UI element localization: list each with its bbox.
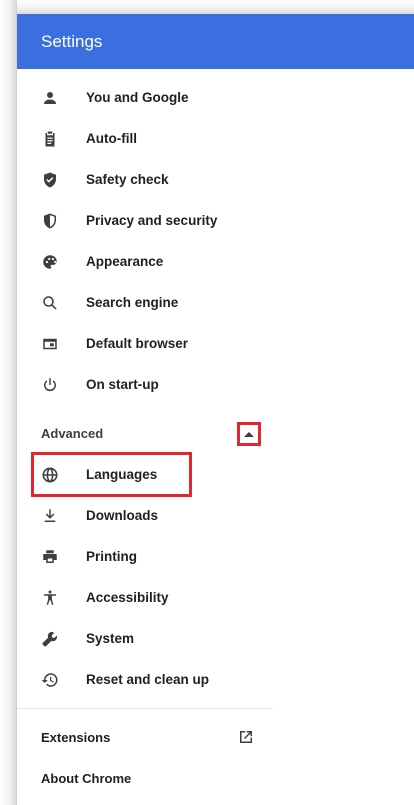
menu-item-reset-and-clean-up[interactable]: Reset and clean up (17, 659, 277, 700)
shield-check-icon (39, 169, 61, 191)
menu-item-auto-fill[interactable]: Auto-fill (17, 118, 277, 159)
window-top-edge (0, 0, 414, 14)
download-icon (39, 505, 61, 527)
menu-item-label: System (86, 631, 135, 646)
menu-item-you-and-google[interactable]: You and Google (17, 77, 277, 118)
menu-item-search-engine[interactable]: Search engine (17, 282, 277, 323)
menu-item-about-chrome[interactable]: About Chrome (41, 771, 131, 786)
page-title: Settings (41, 31, 103, 51)
wrench-icon (39, 628, 61, 650)
menu-item-on-start-up[interactable]: On start-up (17, 364, 277, 405)
settings-header: Settings (17, 14, 414, 69)
browser-window-icon (39, 333, 61, 355)
advanced-section-label: Advanced (41, 426, 104, 441)
menu-item-accessibility[interactable]: Accessibility (17, 577, 277, 618)
menu-item-safety-check[interactable]: Safety check (17, 159, 277, 200)
menu-item-label: Privacy and security (86, 213, 218, 228)
menu-item-label: On start-up (86, 377, 159, 392)
menu-item-label: Downloads (86, 508, 159, 523)
palette-icon (39, 251, 61, 273)
menu-item-printing[interactable]: Printing (17, 536, 277, 577)
menu-item-default-browser[interactable]: Default browser (17, 323, 277, 364)
menu-item-label: Default browser (86, 336, 189, 351)
power-icon (39, 374, 61, 396)
menu-item-label: Appearance (86, 254, 164, 269)
menu-item-privacy-and-security[interactable]: Privacy and security (17, 200, 277, 241)
triangle-up-icon (244, 431, 254, 437)
menu-divider (17, 708, 273, 709)
menu-item-label: Languages (86, 467, 158, 482)
menu-item-label: Auto-fill (86, 131, 137, 146)
menu-item-extensions[interactable]: Extensions (41, 730, 110, 745)
menu-item-languages[interactable]: Languages (17, 454, 277, 495)
globe-icon (39, 464, 61, 486)
menu-item-label: Search engine (86, 295, 179, 310)
search-icon (39, 292, 61, 314)
open-in-new-icon[interactable] (237, 728, 255, 746)
menu-item-label: Reset and clean up (86, 672, 210, 687)
restore-icon (39, 669, 61, 691)
menu-item-system[interactable]: System (17, 618, 277, 659)
printer-icon (39, 546, 61, 568)
menu-item-label: You and Google (86, 90, 189, 105)
clipboard-icon (39, 128, 61, 150)
accessibility-icon (39, 587, 61, 609)
person-icon (39, 87, 61, 109)
menu-item-appearance[interactable]: Appearance (17, 241, 277, 282)
menu-item-label: Printing (86, 549, 137, 564)
settings-panel: Settings You and Google Auto-fill Safety… (17, 14, 414, 805)
shield-icon (39, 210, 61, 232)
menu-item-label: Safety check (86, 172, 169, 187)
window-left-edge (0, 0, 17, 805)
advanced-collapse-button[interactable] (237, 422, 261, 446)
menu-item-label: Accessibility (86, 590, 169, 605)
menu-item-downloads[interactable]: Downloads (17, 495, 277, 536)
